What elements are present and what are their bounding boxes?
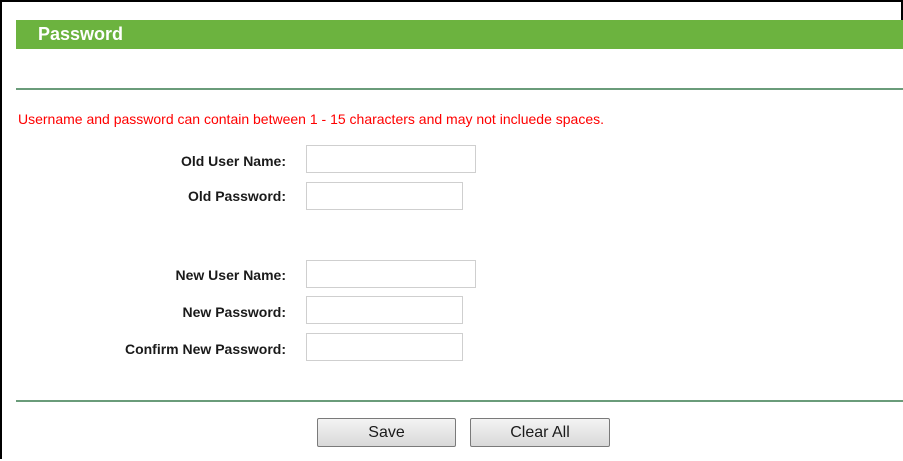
new-user-name-input[interactable] [306,260,476,288]
save-button[interactable]: Save [317,418,456,447]
old-password-label: Old Password: [187,188,286,204]
new-user-name-label: New User Name: [175,267,287,283]
old-password-input[interactable] [306,182,463,210]
old-user-name-input[interactable] [306,145,476,173]
new-password-input[interactable] [306,296,463,324]
page-frame: Password Username and password can conta… [0,0,903,461]
confirm-new-password-label: Confirm New Password: [124,341,286,357]
old-user-name-label: Old User Name: [180,153,286,169]
bottom-divider [16,400,903,402]
password-panel: Password Username and password can conta… [16,20,903,461]
top-divider [16,88,903,90]
new-password-label: New Password: [182,304,286,320]
confirm-new-password-input[interactable] [306,333,463,361]
section-header: Password [16,20,903,49]
password-rules-notice: Username and password can contain betwee… [18,111,605,127]
clear-all-button[interactable]: Clear All [470,418,610,447]
